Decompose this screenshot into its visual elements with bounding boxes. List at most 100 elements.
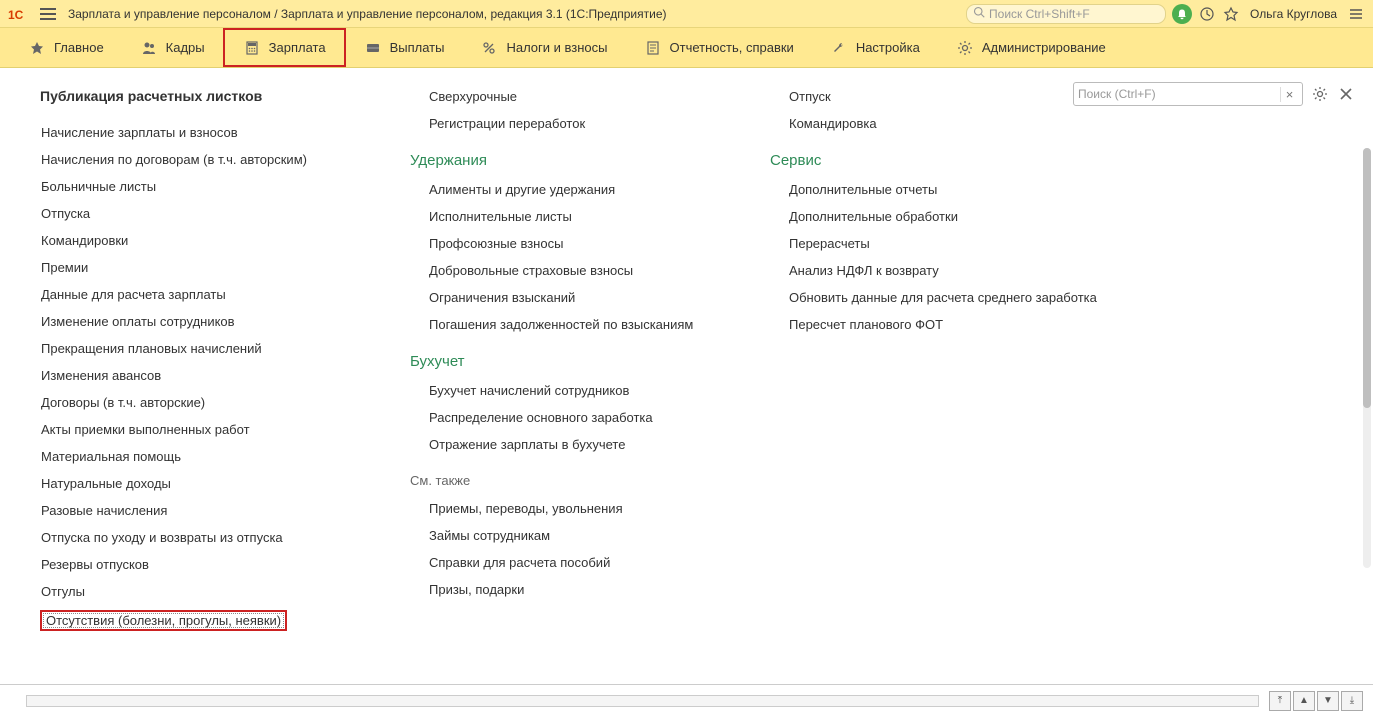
hamburger-icon[interactable] — [38, 6, 58, 22]
list-item[interactable]: Больничные листы — [40, 178, 350, 195]
history-icon[interactable] — [1198, 5, 1216, 23]
list-item[interactable]: Отгулы — [40, 583, 350, 600]
list-item[interactable]: Отпуск — [788, 88, 1100, 105]
calculator-icon — [243, 39, 261, 57]
menu-label: Зарплата — [269, 40, 326, 55]
horizontal-scrollbar[interactable] — [26, 695, 1259, 707]
star-icon — [28, 39, 46, 57]
list-item[interactable]: Отпуска — [40, 205, 350, 222]
list-item[interactable]: Начисление зарплаты и взносов — [40, 124, 350, 141]
nav-up-icon[interactable]: ▲ — [1293, 691, 1315, 711]
settings-lines-icon[interactable] — [1347, 5, 1365, 23]
nav-first-icon[interactable]: ⤒ — [1269, 691, 1291, 711]
list-item[interactable]: Справки для расчета пособий — [428, 554, 710, 571]
group-header-uderzhaniya[interactable]: Удержания — [410, 152, 710, 169]
list-item[interactable]: Командировка — [788, 115, 1100, 132]
nav-last-icon[interactable]: ⤓ — [1341, 691, 1363, 711]
menu-label: Налоги и взносы — [506, 40, 607, 55]
section-title: Публикация расчетных листков — [40, 88, 350, 104]
list-item[interactable]: Анализ НДФЛ к возврату — [788, 262, 1100, 279]
window-title: Зарплата и управление персоналом / Зарпл… — [68, 7, 667, 21]
list-item[interactable]: Изменение оплаты сотрудников — [40, 313, 350, 330]
list-item[interactable]: Материальная помощь — [40, 448, 350, 465]
list-item[interactable]: Погашения задолженностей по взысканиям — [428, 316, 710, 333]
favorite-icon[interactable] — [1222, 5, 1240, 23]
clear-search-icon[interactable]: × — [1280, 87, 1298, 102]
global-search[interactable] — [966, 4, 1166, 24]
menu-label: Отчетность, справки — [670, 40, 794, 55]
list-item[interactable]: Резервы отпусков — [40, 556, 350, 573]
main-menu: Главное Кадры Зарплата Выплаты Налоги и … — [0, 28, 1373, 68]
list-item[interactable]: Начисления по договорам (в т.ч. авторски… — [40, 151, 350, 168]
gear-icon — [956, 39, 974, 57]
svg-text:1C: 1C — [8, 8, 24, 22]
menu-label: Настройка — [856, 40, 920, 55]
list-item[interactable]: Призы, подарки — [428, 581, 710, 598]
list-item[interactable]: Исполнительные листы — [428, 208, 710, 225]
close-icon[interactable] — [1337, 85, 1355, 103]
list-item[interactable]: Договоры (в т.ч. авторские) — [40, 394, 350, 411]
global-search-input[interactable] — [989, 7, 1159, 21]
list-item[interactable]: Пересчет планового ФОТ — [788, 316, 1100, 333]
list-item[interactable]: Распределение основного заработка — [428, 409, 710, 426]
list-item[interactable]: Перерасчеты — [788, 235, 1100, 252]
scrollbar-thumb[interactable] — [1363, 148, 1371, 408]
menu-main[interactable]: Главное — [10, 28, 122, 67]
menu-label: Кадры — [166, 40, 205, 55]
list-item[interactable]: Добровольные страховые взносы — [428, 262, 710, 279]
wrench-icon — [830, 39, 848, 57]
column-right: Отпуск Командировка Сервис Дополнительные… — [770, 88, 1100, 684]
list-item[interactable]: Сверхурочные — [428, 88, 710, 105]
content-toolbox: × — [1073, 82, 1355, 106]
app-logo: 1C — [8, 5, 32, 23]
menu-otchetnost[interactable]: Отчетность, справки — [626, 28, 812, 67]
list-item[interactable]: Отпуска по уходу и возвраты из отпуска — [40, 529, 350, 546]
menu-label: Администрирование — [982, 40, 1106, 55]
menu-nalogi[interactable]: Налоги и взносы — [462, 28, 625, 67]
list-item[interactable]: Займы сотрудникам — [428, 527, 710, 544]
percent-icon — [480, 39, 498, 57]
group-header-buhuchet[interactable]: Бухучет — [410, 353, 710, 370]
menu-admin[interactable]: Администрирование — [938, 28, 1124, 67]
list-item[interactable]: Данные для расчета зарплаты — [40, 286, 350, 303]
people-icon — [140, 39, 158, 57]
list-item[interactable]: Командировки — [40, 232, 350, 249]
list-item[interactable]: Разовые начисления — [40, 502, 350, 519]
menu-nastroika[interactable]: Настройка — [812, 28, 938, 67]
content-area: × Публикация расчетных листков Начислени… — [0, 68, 1373, 684]
group-header-service[interactable]: Сервис — [770, 152, 1100, 169]
list-item[interactable]: Обновить данные для расчета среднего зар… — [788, 289, 1100, 306]
list-item[interactable]: Дополнительные обработки — [788, 208, 1100, 225]
menu-label: Выплаты — [390, 40, 445, 55]
menu-zarplata[interactable]: Зарплата — [223, 28, 346, 67]
list-item[interactable]: Бухучет начислений сотрудников — [428, 382, 710, 399]
menu-vyplaty[interactable]: Выплаты — [346, 28, 463, 67]
wallet-icon — [364, 39, 382, 57]
local-search-input[interactable] — [1078, 87, 1280, 101]
notifications-icon[interactable] — [1172, 4, 1192, 24]
list-item[interactable]: Отсутствия (болезни, прогулы, неявки) — [40, 610, 287, 631]
settings-gear-icon[interactable] — [1311, 85, 1329, 103]
local-search[interactable]: × — [1073, 82, 1303, 106]
nav-down-icon[interactable]: ▼ — [1317, 691, 1339, 711]
list-item[interactable]: Алименты и другие удержания — [428, 181, 710, 198]
list-item[interactable]: Профсоюзные взносы — [428, 235, 710, 252]
report-icon — [644, 39, 662, 57]
search-icon — [973, 6, 985, 21]
list-item[interactable]: Приемы, переводы, увольнения — [428, 500, 710, 517]
menu-label: Главное — [54, 40, 104, 55]
user-name[interactable]: Ольга Круглова — [1250, 7, 1337, 21]
list-item[interactable]: Премии — [40, 259, 350, 276]
list-item[interactable]: Ограничения взысканий — [428, 289, 710, 306]
list-item[interactable]: Изменения авансов — [40, 367, 350, 384]
list-item[interactable]: Прекращения плановых начислений — [40, 340, 350, 357]
menu-kadry[interactable]: Кадры — [122, 28, 223, 67]
list-item[interactable]: Регистрации переработок — [428, 115, 710, 132]
list-item[interactable]: Акты приемки выполненных работ — [40, 421, 350, 438]
column-middle: Сверхурочные Регистрации переработок Удер… — [410, 88, 710, 684]
list-item[interactable]: Отражение зарплаты в бухучете — [428, 436, 710, 453]
list-item[interactable]: Дополнительные отчеты — [788, 181, 1100, 198]
list-item[interactable]: Натуральные доходы — [40, 475, 350, 492]
title-bar: 1C Зарплата и управление персоналом / За… — [0, 0, 1373, 28]
vertical-scrollbar[interactable] — [1363, 148, 1371, 568]
